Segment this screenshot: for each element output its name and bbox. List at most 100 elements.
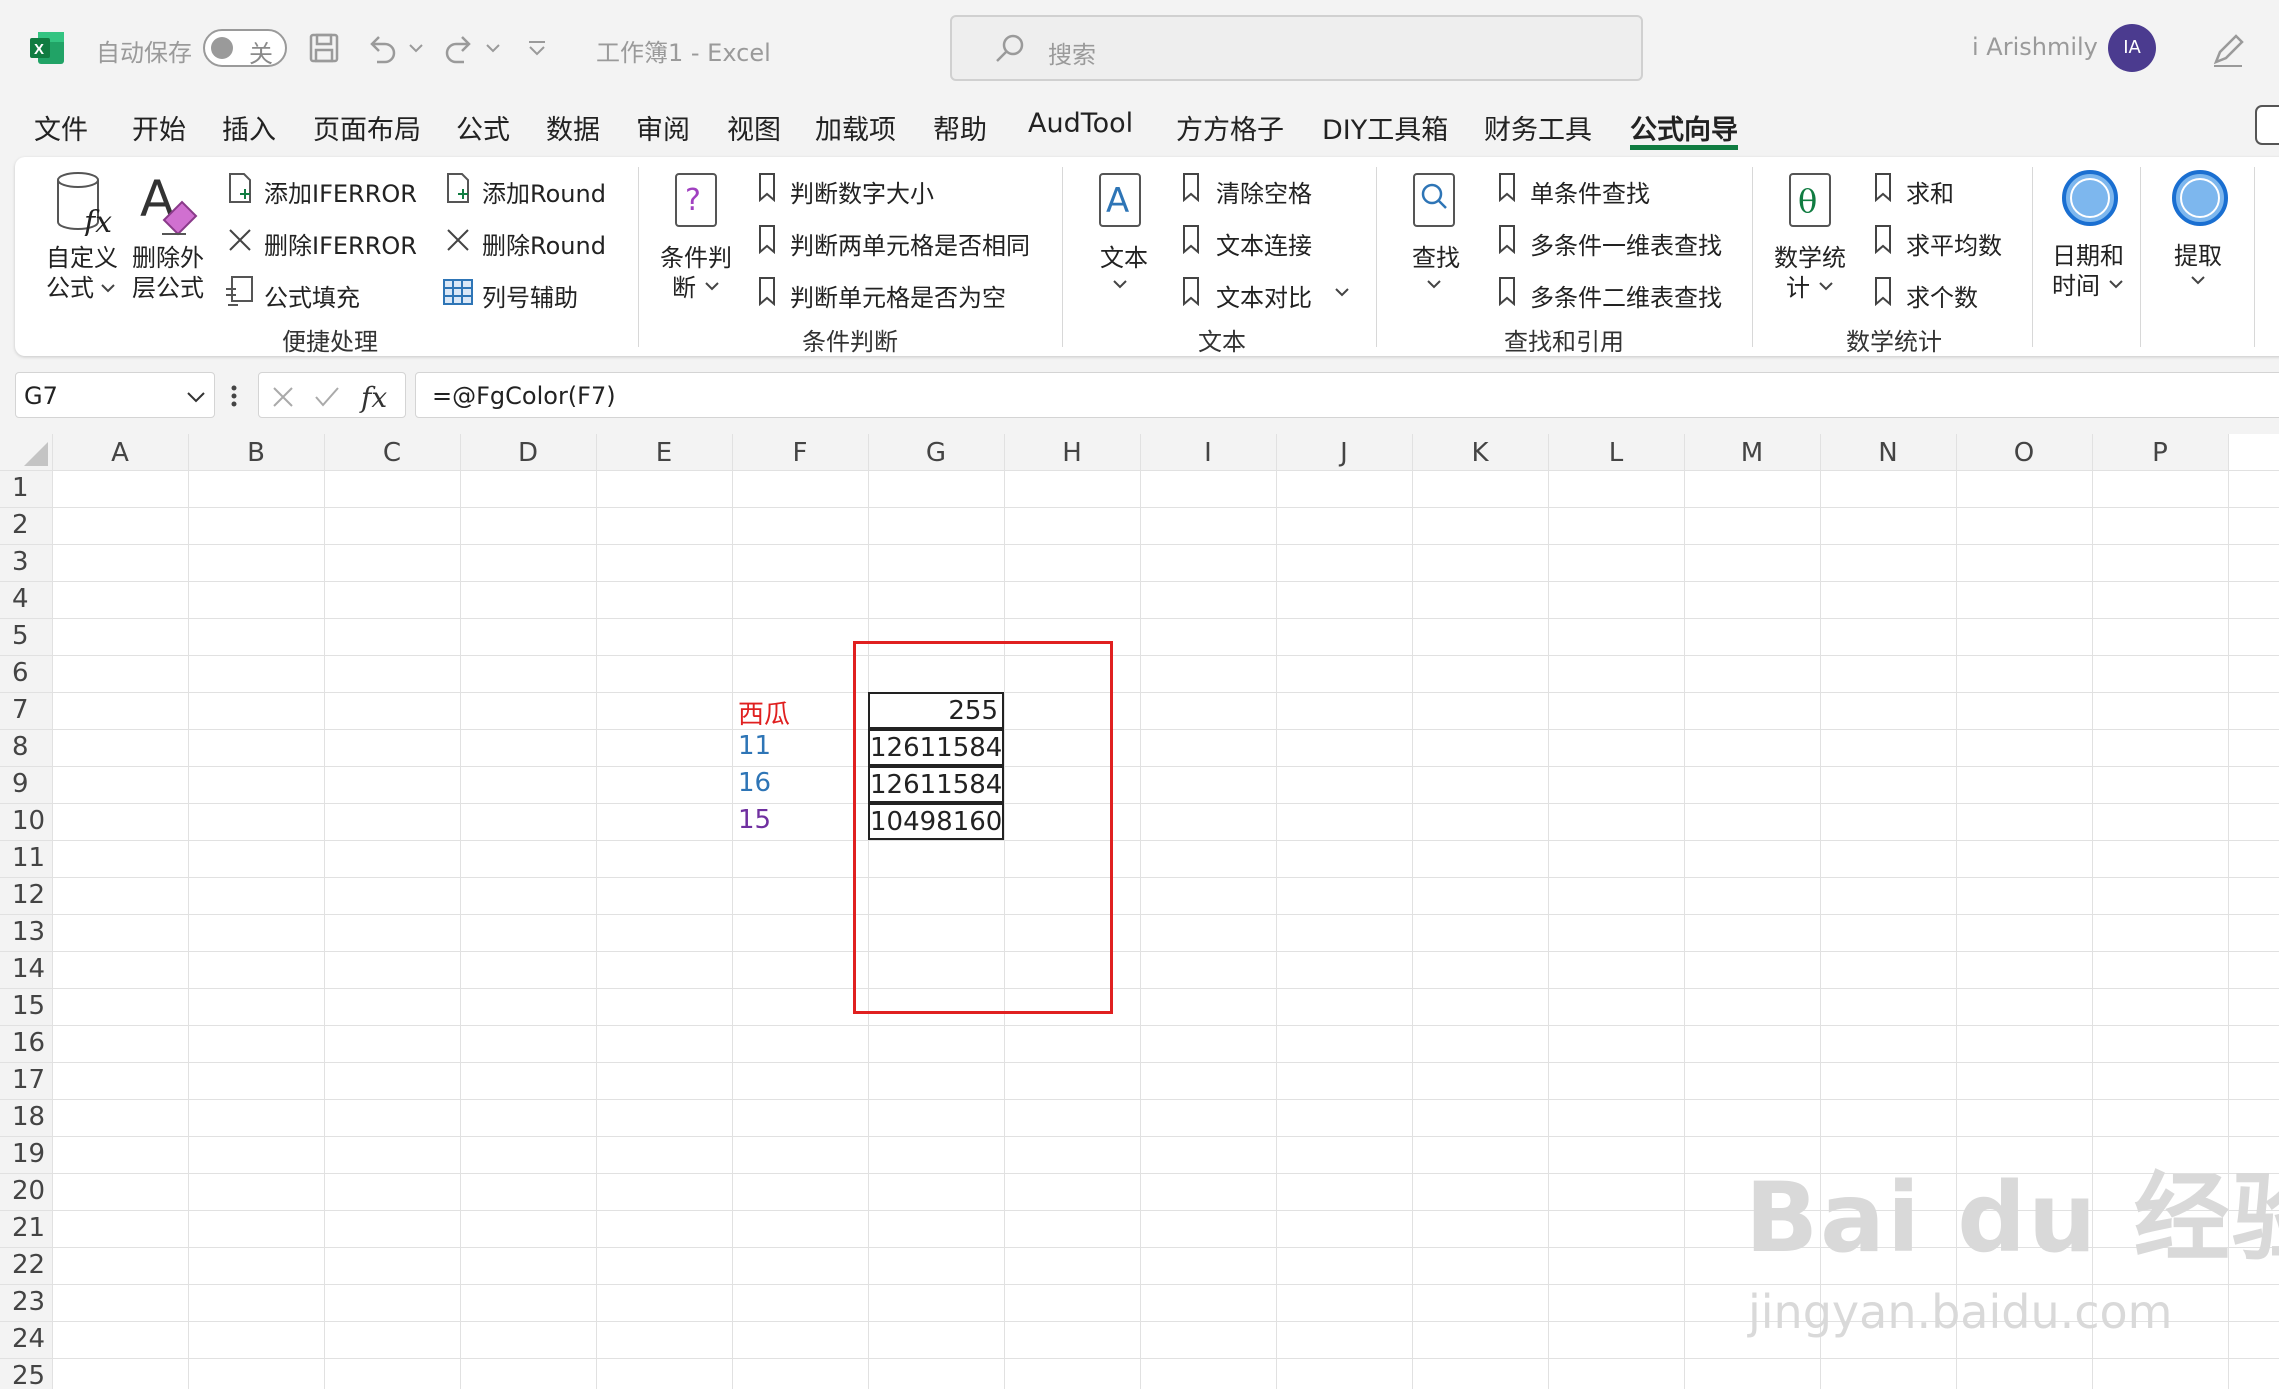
tab-page-layout[interactable]: 页面布局: [313, 108, 421, 147]
column-header-e[interactable]: E: [596, 434, 732, 470]
column-number-helper-label[interactable]: 列号辅助: [482, 278, 578, 313]
tab-formula-wizard[interactable]: 公式向导: [1630, 108, 1738, 147]
find-chevron-icon[interactable]: [1426, 278, 1442, 290]
row-header-24[interactable]: 24: [0, 1321, 52, 1358]
find-icon[interactable]: [1412, 172, 1456, 230]
row-header-25[interactable]: 25: [0, 1358, 52, 1389]
condition-judge-icon[interactable]: ?: [674, 172, 718, 230]
column-header-p[interactable]: P: [2092, 434, 2228, 470]
formula-fill-icon[interactable]: [224, 275, 256, 307]
tab-file[interactable]: 文件: [34, 108, 88, 147]
column-header-j[interactable]: J: [1276, 434, 1412, 470]
tab-review[interactable]: 审阅: [636, 108, 690, 147]
cell-f7[interactable]: 西瓜: [738, 694, 790, 731]
average-label[interactable]: 求平均数: [1906, 226, 2002, 261]
extract-icon[interactable]: [2170, 168, 2230, 228]
add-round-icon[interactable]: [444, 172, 472, 204]
column-header-d[interactable]: D: [460, 434, 596, 470]
column-header-b[interactable]: B: [188, 434, 324, 470]
row-header-18[interactable]: 18: [0, 1099, 52, 1136]
column-header-m[interactable]: M: [1684, 434, 1820, 470]
cancel-icon[interactable]: [271, 385, 295, 409]
row-header-16[interactable]: 16: [0, 1025, 52, 1062]
row-header-15[interactable]: 15: [0, 988, 52, 1025]
row-header-22[interactable]: 22: [0, 1247, 52, 1284]
add-iferror-icon[interactable]: [226, 172, 254, 204]
text-chevron-icon[interactable]: [1112, 278, 1128, 290]
search-box[interactable]: 搜索: [950, 15, 1643, 81]
multi-condition-1d-find-label[interactable]: 多条件一维表查找: [1530, 226, 1722, 261]
row-header-6[interactable]: 6: [0, 655, 52, 692]
tab-fangfang[interactable]: 方方格子: [1176, 108, 1284, 147]
tab-help[interactable]: 帮助: [933, 108, 987, 147]
row-header-19[interactable]: 19: [0, 1136, 52, 1173]
sum-label[interactable]: 求和: [1906, 174, 1954, 209]
save-icon[interactable]: [308, 32, 340, 64]
row-header-7[interactable]: 7: [0, 692, 52, 729]
cell-f10[interactable]: 15: [738, 805, 771, 835]
cell-f9[interactable]: 16: [738, 768, 771, 798]
autosave-toggle[interactable]: 关: [203, 29, 287, 68]
text-compare-label[interactable]: 文本对比: [1216, 278, 1312, 313]
column-header-k[interactable]: K: [1412, 434, 1548, 470]
add-iferror-label[interactable]: 添加IFERROR: [264, 174, 417, 209]
column-header-n[interactable]: N: [1820, 434, 1956, 470]
judge-cell-empty-label[interactable]: 判断单元格是否为空: [790, 278, 1006, 313]
row-header-5[interactable]: 5: [0, 618, 52, 655]
delete-iferror-label[interactable]: 删除IFERROR: [264, 226, 417, 261]
more-options-icon[interactable]: [230, 384, 238, 408]
column-number-helper-icon[interactable]: [442, 278, 474, 306]
custom-formula-icon[interactable]: fx: [54, 170, 118, 236]
column-header-f[interactable]: F: [732, 434, 868, 470]
tab-addins[interactable]: 加载项: [815, 108, 896, 147]
user-name[interactable]: i Arishmily: [1972, 33, 2098, 61]
math-stats-icon[interactable]: θ: [1788, 172, 1832, 230]
tab-audtool[interactable]: AudTool: [1028, 108, 1133, 139]
tab-insert[interactable]: 插入: [222, 108, 276, 147]
cell-f8[interactable]: 11: [738, 731, 771, 761]
column-header-i[interactable]: I: [1140, 434, 1276, 470]
date-time-chevron-icon[interactable]: [2108, 278, 2124, 290]
clear-spaces-label[interactable]: 清除空格: [1216, 174, 1312, 209]
text-concat-label[interactable]: 文本连接: [1216, 226, 1312, 261]
delete-iferror-icon[interactable]: [226, 226, 254, 254]
pen-icon[interactable]: [2210, 28, 2246, 68]
row-header-14[interactable]: 14: [0, 951, 52, 988]
remove-outer-formula-icon[interactable]: A: [138, 170, 204, 236]
single-condition-find-label[interactable]: 单条件查找: [1530, 174, 1650, 209]
customize-toolbar-icon[interactable]: [526, 38, 548, 58]
formula-fill-label[interactable]: 公式填充: [264, 278, 360, 313]
date-time-icon[interactable]: [2060, 168, 2120, 228]
math-stats-chevron-icon[interactable]: [1818, 280, 1834, 292]
comments-icon[interactable]: [2254, 102, 2279, 148]
row-header-13[interactable]: 13: [0, 914, 52, 951]
avatar[interactable]: IA: [2108, 24, 2156, 72]
tab-diy-toolbox[interactable]: DIY工具箱: [1322, 108, 1448, 147]
row-header-8[interactable]: 8: [0, 729, 52, 766]
column-header-a[interactable]: A: [52, 434, 188, 470]
row-header-17[interactable]: 17: [0, 1062, 52, 1099]
custom-formula-chevron-icon[interactable]: [100, 282, 116, 294]
redo-icon[interactable]: [442, 32, 476, 64]
multi-condition-2d-find-label[interactable]: 多条件二维表查找: [1530, 278, 1722, 313]
tab-finance-tools[interactable]: 财务工具: [1484, 108, 1592, 147]
redo-chevron-down-icon[interactable]: [485, 42, 501, 54]
judge-number-size-label[interactable]: 判断数字大小: [790, 174, 934, 209]
text-icon[interactable]: A: [1098, 172, 1142, 230]
delete-round-icon[interactable]: [444, 226, 472, 254]
tab-data[interactable]: 数据: [546, 108, 600, 147]
row-header-2[interactable]: 2: [0, 507, 52, 544]
delete-round-label[interactable]: 删除Round: [482, 226, 606, 261]
tab-home[interactable]: 开始: [132, 108, 186, 147]
judge-two-cells-same-label[interactable]: 判断两单元格是否相同: [790, 226, 1030, 261]
column-header-l[interactable]: L: [1548, 434, 1684, 470]
column-header-g[interactable]: G: [868, 434, 1004, 470]
insert-function-icon[interactable]: fx: [359, 379, 395, 415]
row-header-10[interactable]: 10: [0, 803, 52, 840]
column-header-h[interactable]: H: [1004, 434, 1140, 470]
chevron-down-icon[interactable]: [186, 391, 206, 403]
condition-judge-chevron-icon[interactable]: [704, 280, 720, 292]
tab-formulas[interactable]: 公式: [456, 108, 510, 147]
name-box[interactable]: G7: [15, 372, 215, 418]
text-compare-chevron-icon[interactable]: [1334, 286, 1350, 298]
